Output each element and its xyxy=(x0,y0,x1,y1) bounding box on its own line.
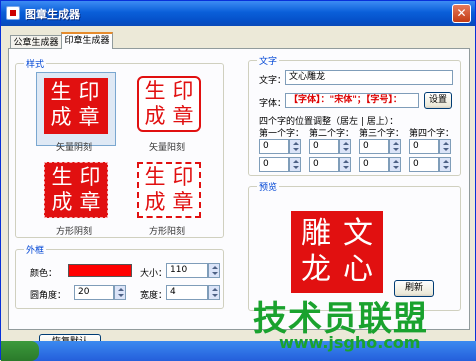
char2-left-spinner[interactable] xyxy=(339,139,351,154)
seal-char: 章 xyxy=(78,105,100,129)
preview-char: 雕 xyxy=(301,216,331,251)
size-spinner[interactable] xyxy=(208,263,220,278)
char1-left-input[interactable]: 0 xyxy=(259,139,289,154)
column-label: 第四个字： xyxy=(409,129,455,139)
tab-seal-generator[interactable]: 印章生成器 xyxy=(61,32,113,49)
close-icon: ✕ xyxy=(456,6,467,20)
column-label: 第一个字： xyxy=(259,129,305,139)
window-title: 图章生成器 xyxy=(25,8,80,21)
color-label: 颜色： xyxy=(30,269,58,279)
seal-caption: 矢量阴刻 xyxy=(56,143,93,153)
seal-char: 生 xyxy=(144,79,166,103)
char2-top-input[interactable]: 0 xyxy=(309,157,339,172)
seal-char: 生 xyxy=(50,80,72,104)
char3-top-input[interactable]: 0 xyxy=(359,157,389,172)
text-label: 文字： xyxy=(259,76,287,86)
seal-image: 生 印 成 章 xyxy=(137,162,201,218)
start-button[interactable] xyxy=(1,341,39,361)
char2-top-spinner[interactable] xyxy=(339,157,351,172)
seal-char: 印 xyxy=(78,80,100,104)
seal-char: 印 xyxy=(79,165,101,189)
seal-char: 成 xyxy=(144,190,166,214)
char1-left-spinner[interactable] xyxy=(289,139,301,154)
style-option-square-intaglio[interactable]: 生 印 成 章 xyxy=(38,158,114,222)
preview-legend: 预览 xyxy=(257,180,280,193)
watermark-url: www.jsgho.com xyxy=(279,333,421,352)
preview-char: 文 xyxy=(343,216,373,251)
radius-spinner[interactable] xyxy=(114,285,126,300)
seal-image: 生 印 成 章 xyxy=(44,162,108,218)
style-group: 样式 生 印 成 章 矢量阴刻 生 印 成 章 矢量阳刻 生 印 成 章 方形阴… xyxy=(15,57,224,238)
font-display: 【字体】："宋体"；【字号】： xyxy=(285,93,419,108)
seal-image: 生 印 成 章 xyxy=(137,76,201,132)
preview-char: 龙 xyxy=(301,252,331,287)
title-bar[interactable]: 图章生成器 ✕ xyxy=(1,1,475,26)
char4-left-spinner[interactable] xyxy=(439,139,451,154)
seal-char: 章 xyxy=(172,104,194,128)
column-label: 第三个字： xyxy=(359,129,405,139)
style-option-vector-relief[interactable]: 生 印 成 章 xyxy=(131,72,207,136)
char3-left-input[interactable]: 0 xyxy=(359,139,389,154)
seal-caption: 方形阳刻 xyxy=(149,227,186,237)
char4-top-spinner[interactable] xyxy=(439,157,451,172)
app-window: 图章生成器 ✕ 公章生成器 印章生成器 样式 生 印 成 章 矢量阴刻 生 印 … xyxy=(0,0,476,361)
seal-char: 成 xyxy=(144,104,166,128)
seal-char: 生 xyxy=(144,165,166,189)
style-option-vector-intaglio[interactable]: 生 印 成 章 xyxy=(38,74,114,138)
seal-image: 生 印 成 章 xyxy=(44,78,108,134)
close-button[interactable]: ✕ xyxy=(452,4,471,23)
font-label: 字体： xyxy=(259,99,287,109)
seal-char: 成 xyxy=(51,190,73,214)
seal-char: 章 xyxy=(79,190,101,214)
seal-caption: 矢量阳刻 xyxy=(149,143,186,153)
outer-legend: 外框 xyxy=(24,243,47,256)
seal-caption: 方形阴刻 xyxy=(56,227,93,237)
width-spinner[interactable] xyxy=(208,285,220,300)
outer-frame-group: 外框 颜色： 大小： 110 圆角度： 20 宽度： 4 xyxy=(15,243,224,309)
seal-char: 生 xyxy=(51,165,73,189)
text-group: 文字 文字： 文心雕龙 字体： 【字体】："宋体"；【字号】： 设置 四个字的位… xyxy=(248,54,461,176)
char4-left-input[interactable]: 0 xyxy=(409,139,439,154)
char3-top-spinner[interactable] xyxy=(389,157,401,172)
char1-top-input[interactable]: 0 xyxy=(259,157,289,172)
char1-top-spinner[interactable] xyxy=(289,157,301,172)
tab-panel: 样式 生 印 成 章 矢量阴刻 生 印 成 章 矢量阳刻 生 印 成 章 方形阴… xyxy=(8,48,470,330)
preview-seal: 雕 文 龙 心 xyxy=(291,211,383,293)
font-settings-button[interactable]: 设置 xyxy=(424,92,452,109)
watermark: 技术员联盟 www.jsgho.com xyxy=(239,291,476,353)
seal-char: 印 xyxy=(172,165,194,189)
char3-left-spinner[interactable] xyxy=(389,139,401,154)
char2-left-input[interactable]: 0 xyxy=(309,139,339,154)
app-icon xyxy=(6,6,20,20)
style-legend: 样式 xyxy=(24,57,47,70)
column-label: 第二个字： xyxy=(309,129,355,139)
color-picker[interactable] xyxy=(68,264,132,277)
size-label: 大小： xyxy=(140,269,168,279)
seal-char: 章 xyxy=(172,190,194,214)
radius-input[interactable]: 20 xyxy=(74,285,114,300)
text-legend: 文字 xyxy=(257,54,280,67)
seal-char: 成 xyxy=(50,105,72,129)
char4-top-input[interactable]: 0 xyxy=(409,157,439,172)
radius-label: 圆角度： xyxy=(30,291,67,301)
size-input[interactable]: 110 xyxy=(166,263,208,278)
preview-char: 心 xyxy=(343,252,373,287)
style-option-square-relief[interactable]: 生 印 成 章 xyxy=(131,158,207,222)
width-label: 宽度： xyxy=(140,291,168,301)
seal-char: 印 xyxy=(172,79,194,103)
width-input[interactable]: 4 xyxy=(166,285,208,300)
text-input[interactable]: 文心雕龙 xyxy=(285,70,453,85)
